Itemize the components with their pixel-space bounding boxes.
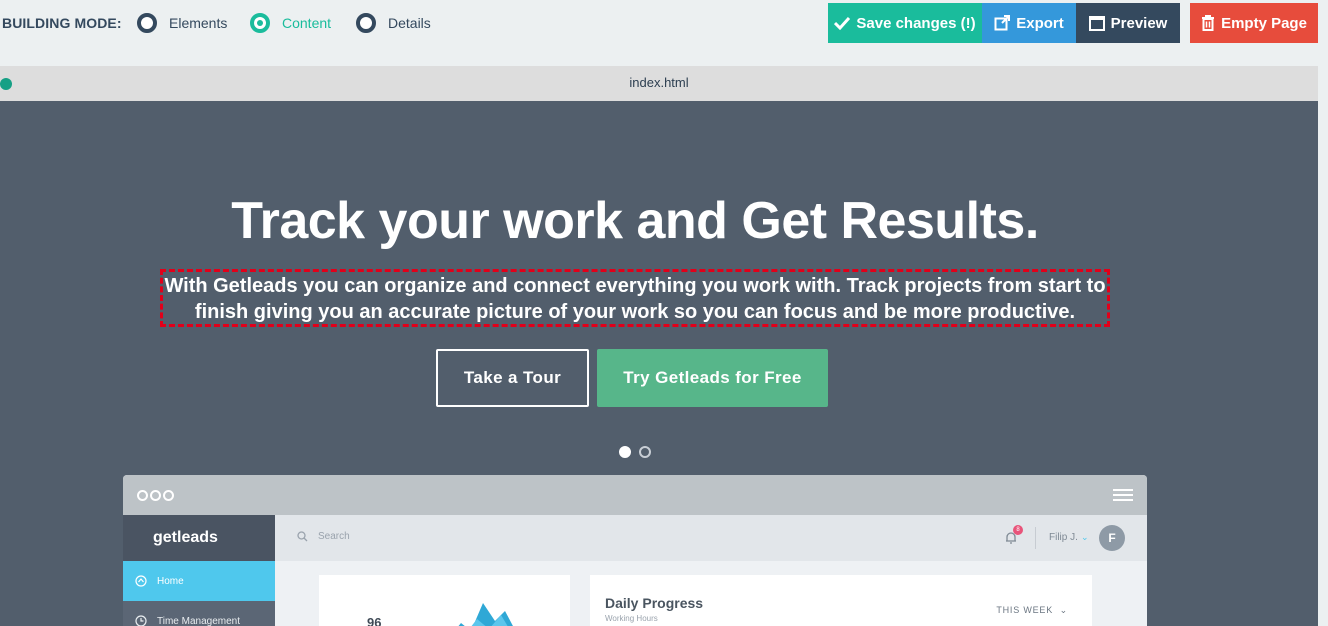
mode-details-option[interactable]: Details [356,12,431,34]
mock-search-placeholder: Search [318,531,350,542]
export-button[interactable]: Export [982,3,1076,43]
mode-elements-option[interactable]: Elements [137,12,227,34]
building-mode-label: BUILDING MODE: [2,15,122,31]
mountain-chart-graphic [458,603,513,626]
check-icon [834,16,851,30]
save-changes-button[interactable]: Save changes (!) [828,3,982,43]
trash-icon [1202,15,1215,31]
mode-elements-label[interactable]: Elements [169,15,227,31]
mock-period-select: THIS WEEK ⌄ [996,605,1068,615]
mock-nav-time: Time Management [123,601,275,626]
empty-page-label: Empty Page [1221,14,1307,32]
builder-toolbar: BUILDING MODE: Elements Content Details … [0,0,1328,66]
window-dot-icon [137,490,148,501]
file-name: index.html [629,75,689,90]
home-icon [135,575,147,587]
notification-badge: 8 [1013,525,1023,535]
mode-content-radio[interactable] [250,13,270,33]
export-label: Export [1016,14,1064,32]
mock-stats-card: 96 [319,575,570,626]
mock-nav-time-label: Time Management [157,615,240,626]
empty-page-button[interactable]: Empty Page [1190,3,1318,43]
slide-dot-2[interactable] [639,446,651,458]
window-icon [1088,15,1105,31]
mock-search: Search [297,531,350,542]
mock-progress-card: Daily Progress Working Hours THIS WEEK ⌄ [590,575,1092,626]
mode-details-radio[interactable] [356,13,376,33]
take-a-tour-button[interactable]: Take a Tour [436,349,589,407]
mock-nav-home: Home [123,561,275,601]
chevron-down-icon: ⌄ [1081,532,1089,542]
mock-brand: getleads [123,515,275,561]
appbar-divider [1035,527,1036,549]
page-canvas: Track your work and Get Results. With Ge… [0,101,1318,626]
save-changes-label: Save changes (!) [856,14,976,32]
mode-content-label[interactable]: Content [282,15,331,31]
external-link-icon [994,15,1011,31]
mockup-titlebar [123,475,1147,515]
mock-period-label: THIS WEEK [996,605,1054,615]
hamburger-menu-icon [1113,489,1133,504]
mock-progress-subtitle: Working Hours [605,614,658,623]
avatar: F [1099,525,1125,551]
preview-button[interactable]: Preview [1076,3,1180,43]
preview-label: Preview [1110,14,1168,32]
bell-icon: 8 [1005,525,1023,549]
clock-icon [135,615,147,626]
try-free-button[interactable]: Try Getleads for Free [597,349,828,407]
window-dot-icon [150,490,161,501]
mock-sidebar: getleads Home Time Management [123,515,275,626]
window-dot-icon [163,490,174,501]
mock-card-value: 96 [367,615,382,626]
mock-user-name: Filip J. [1049,532,1078,543]
mock-progress-title: Daily Progress [605,595,704,611]
slider-pagination [619,446,659,458]
mock-appbar: Search 8 Filip J. ⌄ F [275,515,1147,561]
mode-details-label[interactable]: Details [388,15,431,31]
file-tab-bar: index.html [0,66,1318,101]
mock-nav-home-label: Home [157,575,184,587]
mode-elements-radio[interactable] [137,13,157,33]
window-dots [137,490,176,501]
search-icon [297,531,308,542]
slide-dot-1[interactable] [619,446,631,458]
hero-subtitle-editable[interactable]: With Getleads you can organize and conne… [160,269,1110,327]
hero-title[interactable]: Track your work and Get Results. [0,191,1270,251]
mode-content-option[interactable]: Content [250,12,331,34]
app-screenshot-mockup: getleads Home Time Management Search 8 F… [123,475,1147,626]
